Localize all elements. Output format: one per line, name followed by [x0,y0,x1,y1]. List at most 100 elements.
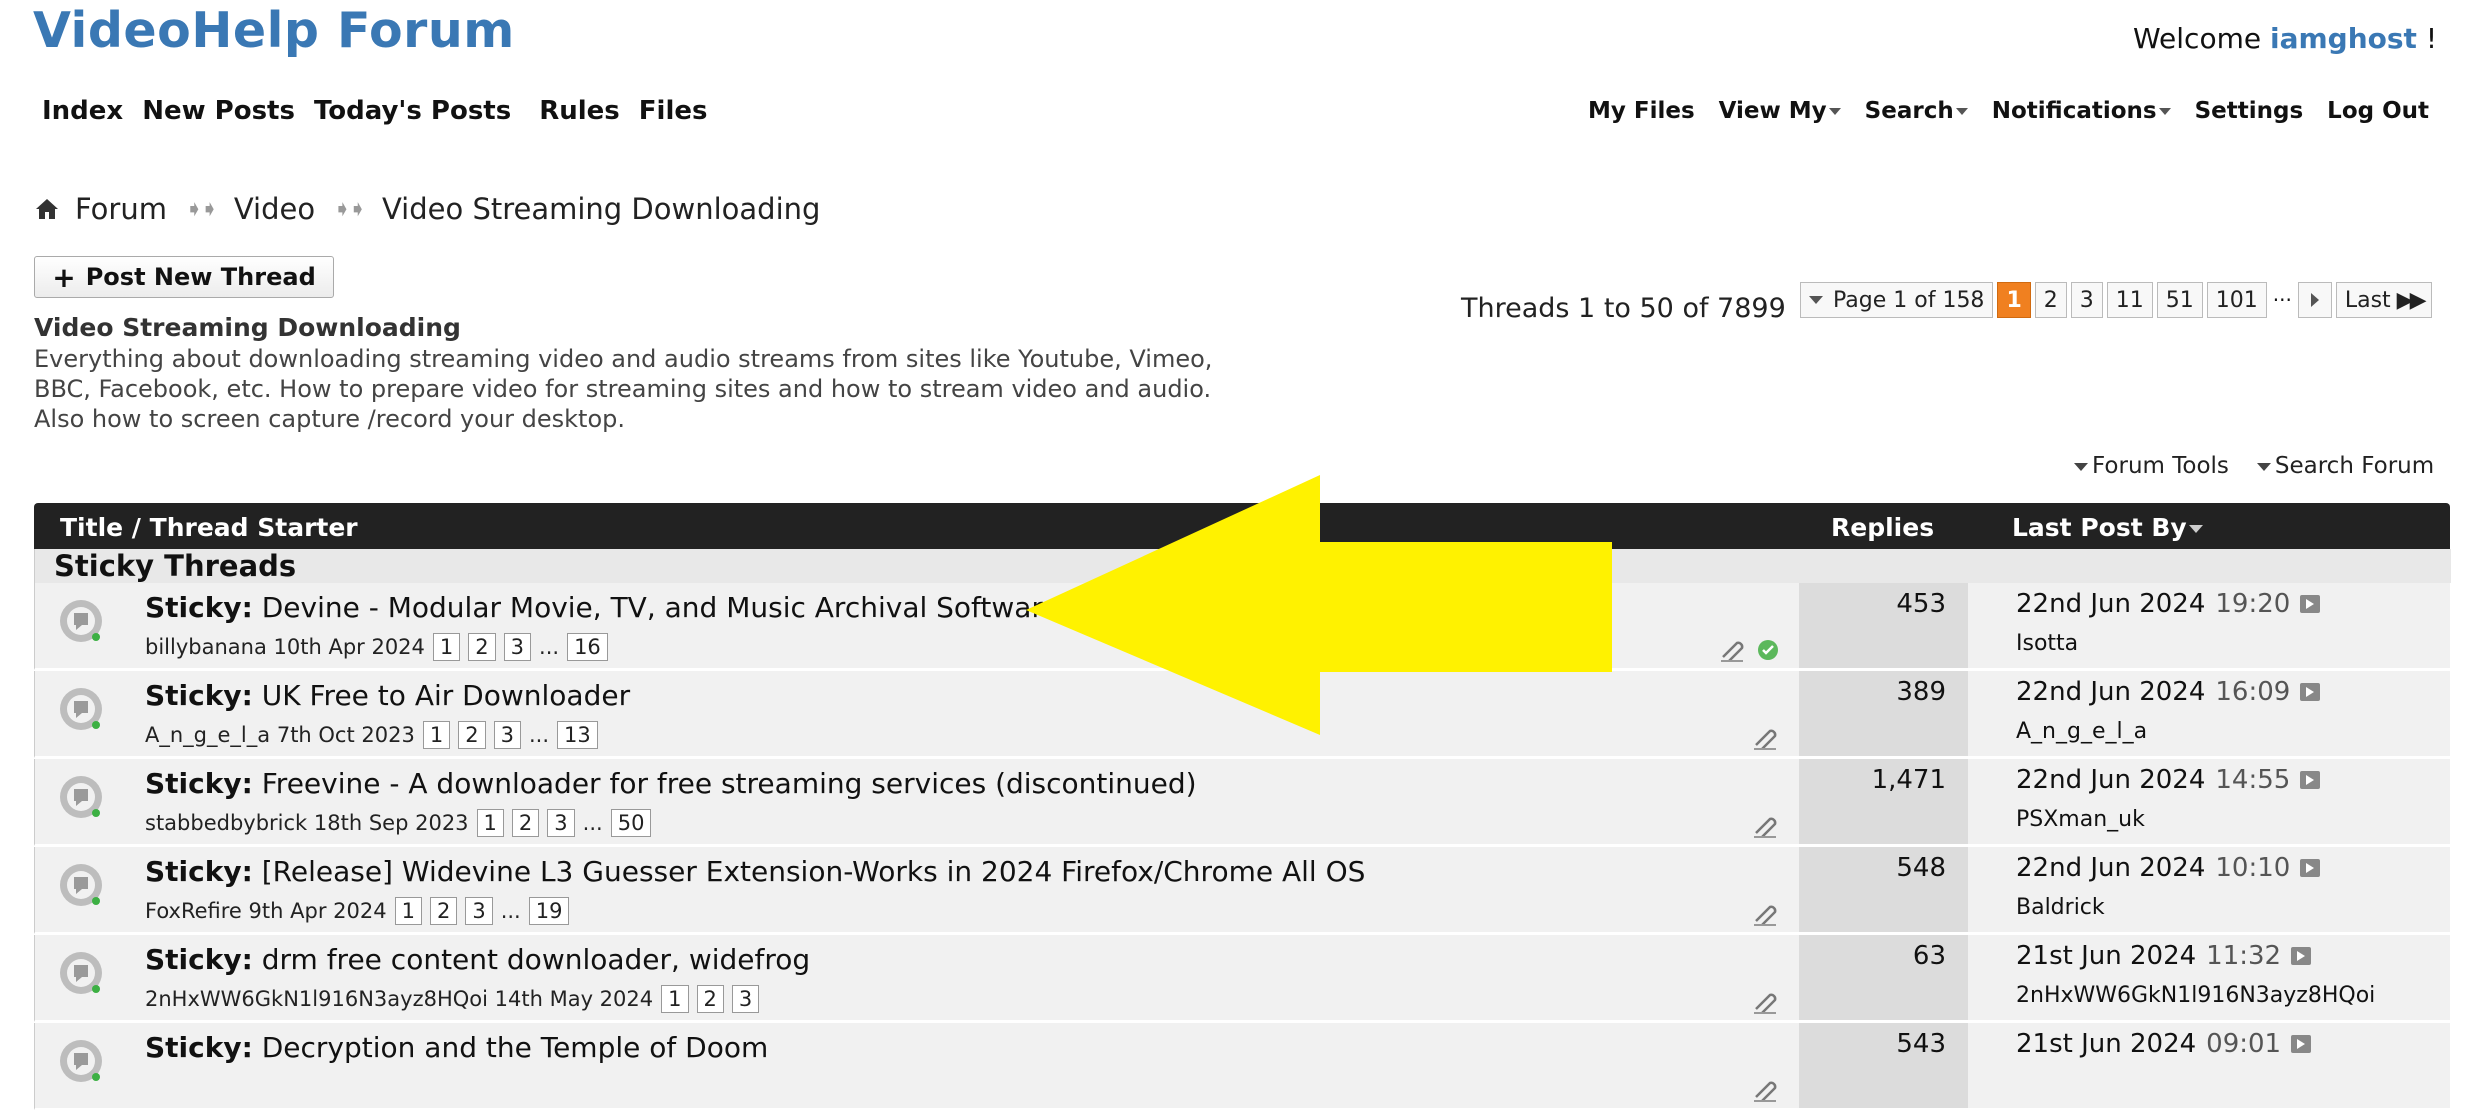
nav-rules[interactable]: Rules [539,96,620,126]
go-to-last-post-icon[interactable] [2300,683,2321,701]
page-link[interactable]: 101 [2206,282,2267,318]
thread-row[interactable]: Sticky: drm free content downloader, wid… [34,935,2450,1022]
nav-view-my[interactable]: View My [1719,98,1841,124]
nav-new-posts[interactable]: New Posts [142,96,295,126]
thread-last-page-link[interactable]: 13 [557,721,598,749]
col-title-header[interactable]: Title / Thread Starter [60,513,358,542]
thread-page-link[interactable]: 2 [468,633,496,661]
page-jump-dropdown[interactable]: Page 1 of 158 [1800,282,1994,318]
thread-page-link[interactable]: 3 [503,633,532,661]
forum-tools-menu[interactable]: Forum Tools [2074,453,2229,479]
nav-files[interactable]: Files [639,96,708,126]
thread-page-link[interactable]: 1 [394,897,422,925]
page-link[interactable]: 51 [2156,282,2203,318]
last-post-user[interactable]: PSXman_uk [2016,807,2145,832]
attachment-icon [1754,993,1777,1014]
thread-page-link[interactable]: 1 [476,809,504,837]
thread-page-link[interactable]: 2 [696,985,724,1013]
last-post-user[interactable]: Isotta [2016,631,2078,656]
col-replies-header[interactable]: Replies [1831,513,1934,542]
last-post-date: 22nd Jun 2024 10:10 [2016,853,2321,883]
nav-index[interactable]: Index [42,96,123,126]
thread-title-link[interactable]: Decryption and the Temple of Doom [262,1031,769,1064]
nav-log-out[interactable]: Log Out [2327,98,2429,124]
go-to-last-post-icon[interactable] [2300,859,2321,877]
thread-last-page-link[interactable]: 19 [528,897,570,925]
breadcrumb-video[interactable]: Video [234,192,315,226]
site-title[interactable]: VideoHelp Forum [33,2,515,59]
last-post-date: 22nd Jun 2024 16:09 [2016,677,2321,707]
page-link[interactable]: 2 [2034,282,2067,318]
thread-last-page-link[interactable]: 50 [610,809,652,837]
thread-page-link[interactable]: 1 [661,985,689,1013]
home-icon[interactable] [35,197,59,221]
last-post-time: 11:32 [2206,941,2282,971]
nav-todays-posts[interactable]: Today's Posts [314,96,511,126]
nav-settings[interactable]: Settings [2195,98,2304,124]
thread-title-link[interactable]: drm free content downloader, widefrog [262,943,810,976]
thread-pages-ellipsis: ... [528,723,549,747]
thread-pages-ellipsis: ... [582,811,603,835]
thread-replies-count[interactable]: 1,471 [1872,765,1946,795]
thread-page-link[interactable]: 2 [429,897,458,925]
thread-starter[interactable]: stabbedbybrick [145,811,307,835]
username-link[interactable]: iamghost [2270,22,2417,55]
post-new-thread-button[interactable]: + Post New Thread [34,256,334,298]
thread-replies-count[interactable]: 548 [1896,853,1946,883]
last-post-user[interactable]: Baldrick [2016,895,2105,920]
replies-cell: 548 [1799,847,1968,932]
thread-page-link[interactable]: 2 [458,721,486,749]
thread-title-link[interactable]: Devine - Modular Movie, TV, and Music Ar… [262,591,1060,624]
thread-last-page-link[interactable]: 16 [567,633,608,661]
search-forum-menu[interactable]: Search Forum [2256,453,2434,479]
thread-title-link[interactable]: [Release] Widevine L3 Guesser Extension-… [262,855,1366,888]
nav-notifications[interactable]: Notifications [1992,98,2171,124]
thread-starter[interactable]: A_n_g_e_l_a [145,723,270,747]
thread-replies-count[interactable]: 63 [1913,941,1946,971]
thread-page-link[interactable]: 2 [511,809,540,837]
thread-starter[interactable]: FoxRefire [145,899,242,923]
thread-page-link[interactable]: 3 [731,985,760,1013]
last-post-user[interactable]: A_n_g_e_l_a [2016,719,2147,744]
nav-my-files[interactable]: My Files [1588,98,1695,124]
breadcrumb-forum[interactable]: Forum [75,192,167,226]
replies-cell: 543 [1799,1023,1968,1108]
thread-row[interactable]: Sticky: [Release] Widevine L3 Guesser Ex… [34,847,2450,934]
thread-start-date: 7th Oct 2023 [276,723,415,747]
go-to-last-post-icon[interactable] [2300,595,2321,613]
thread-starter[interactable]: 2nHxWW6GkN1l916N3ayz8HQoi [145,987,488,1011]
welcome-text: Welcome [2133,22,2262,55]
go-to-last-post-icon[interactable] [2300,771,2321,789]
thread-replies-count[interactable]: 543 [1896,1029,1946,1059]
go-to-last-post-icon[interactable] [2291,947,2312,965]
col-last-post-header[interactable]: Last Post By [2012,513,2203,542]
go-to-last-post-icon[interactable] [2291,1035,2312,1053]
thread-title-link[interactable]: Freevine - A downloader for free streami… [262,767,1197,800]
next-page-button[interactable] [2297,282,2332,318]
thread-starter[interactable]: billybanana [145,635,267,659]
thread-title-line: Sticky: Devine - Modular Movie, TV, and … [145,591,1060,624]
last-page-button[interactable]: Last ▶▶ [2335,282,2432,318]
thread-page-link[interactable]: 3 [493,721,521,749]
last-post-day: 21st Jun 2024 [2016,941,2197,971]
thread-sticky-prefix: Sticky: [145,591,253,624]
nav-search[interactable]: Search [1865,98,1968,124]
thread-page-link[interactable]: 3 [465,897,493,925]
page-link-current[interactable]: 1 [1997,282,2031,318]
last-post-date: 22nd Jun 2024 14:55 [2016,765,2321,795]
last-post-day: 21st Jun 2024 [2016,1029,2197,1059]
thread-title-link[interactable]: UK Free to Air Downloader [262,679,630,712]
thread-row[interactable]: Sticky: Devine - Modular Movie, TV, and … [34,583,2450,670]
last-post-user[interactable]: 2nHxWW6GkN1l916N3ayz8HQoi [2016,983,2375,1008]
thread-replies-count[interactable]: 389 [1896,677,1946,707]
page-link[interactable]: 3 [2070,282,2103,318]
thread-row[interactable]: Sticky: Freevine - A downloader for free… [34,759,2450,846]
thread-page-link[interactable]: 1 [422,721,451,749]
thread-page-link[interactable]: 1 [432,633,461,661]
thread-row[interactable]: Sticky: UK Free to Air Downloader A_n_g_e… [34,671,2450,758]
thread-row[interactable]: Sticky: Decryption and the Temple of Doo… [34,1023,2450,1110]
breadcrumb-separator-icon: ➧➧ [333,196,367,222]
page-link[interactable]: 11 [2106,282,2153,318]
thread-replies-count[interactable]: 453 [1896,589,1946,619]
thread-page-link[interactable]: 3 [547,809,575,837]
